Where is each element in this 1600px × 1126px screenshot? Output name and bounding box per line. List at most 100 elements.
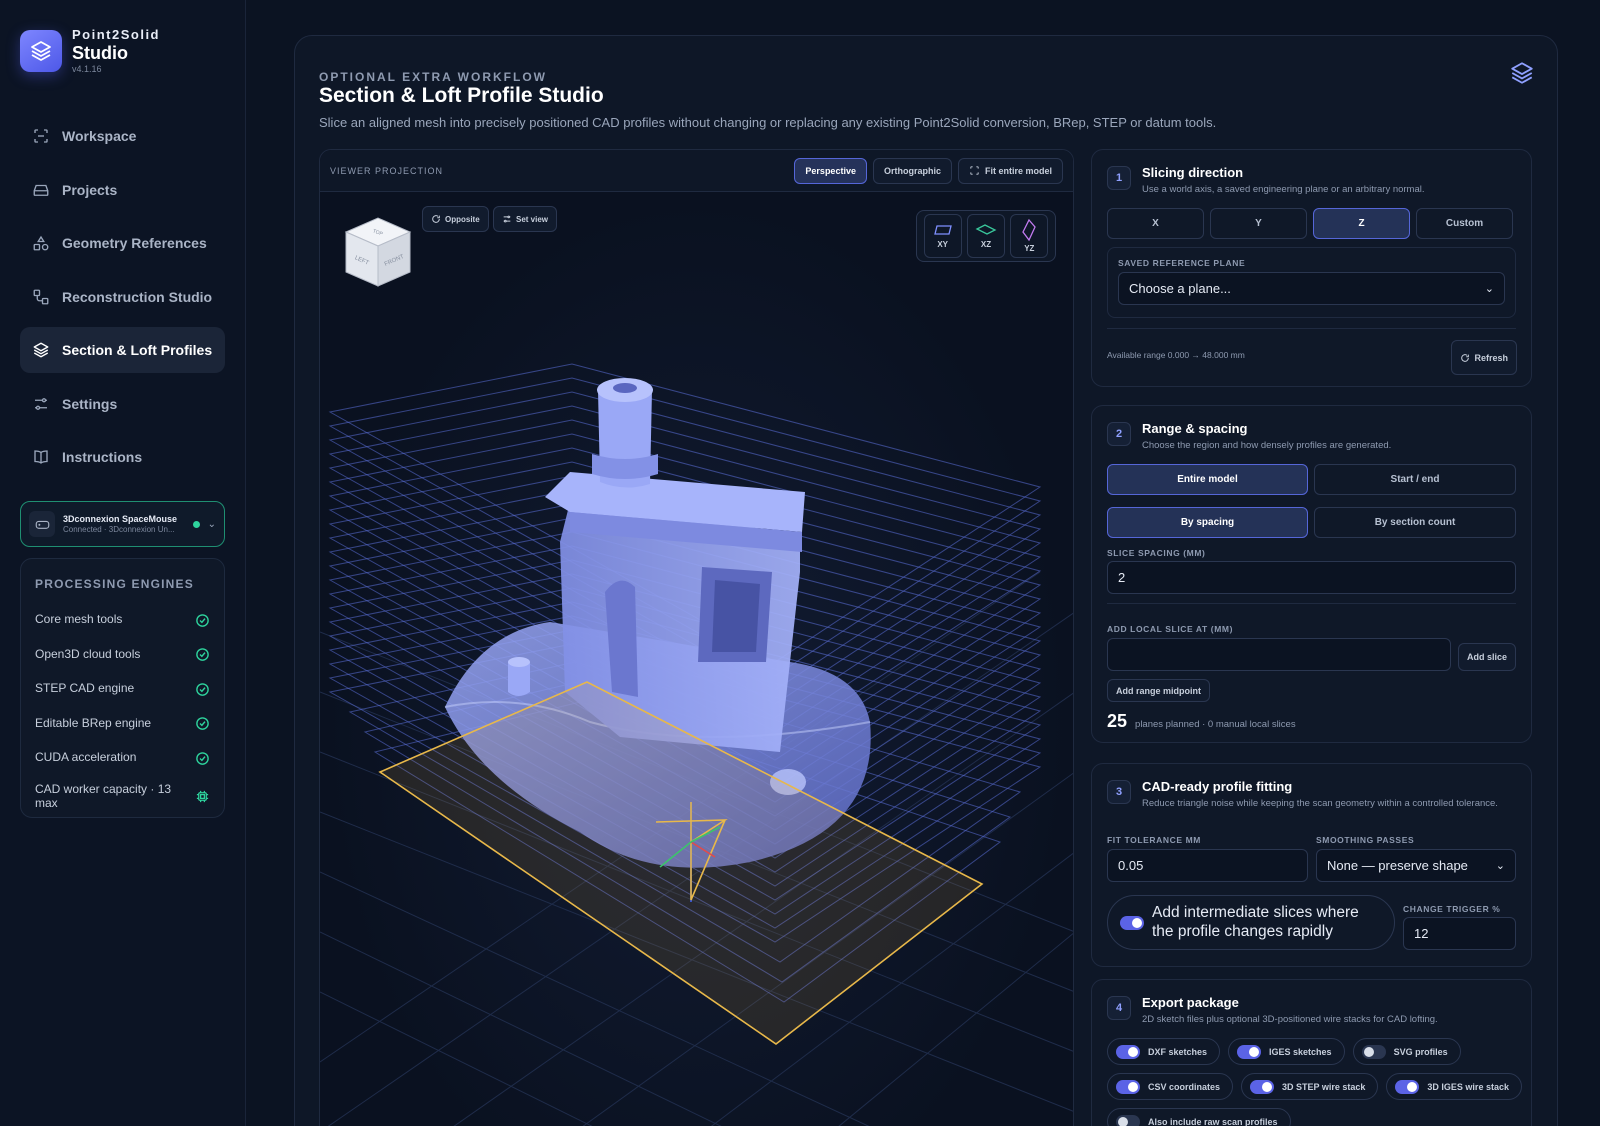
- engine-row: Core mesh tools: [35, 603, 210, 638]
- plane-label: YZ: [1024, 244, 1035, 253]
- plane-xy-button[interactable]: XY: [923, 214, 962, 258]
- sidebar: Point2Solid Studio v4.1.16 Workspace Pro…: [0, 0, 246, 1126]
- by-section-count-button[interactable]: By section count: [1314, 507, 1516, 538]
- entire-model-button[interactable]: Entire model: [1107, 464, 1308, 495]
- reference-plane-select[interactable]: Choose a plane... ⌄: [1118, 272, 1505, 305]
- scan-icon: [34, 129, 48, 143]
- reference-plane-label: SAVED REFERENCE PLANE: [1118, 258, 1246, 268]
- page-kicker: OPTIONAL EXTRA WORKFLOW: [319, 70, 547, 84]
- opposite-label: Opposite: [445, 214, 480, 224]
- orthographic-button[interactable]: Orthographic: [872, 157, 952, 184]
- mode-selector: By spacing By section count: [1107, 507, 1516, 538]
- sidebar-item-geometry-references[interactable]: Geometry References: [20, 220, 225, 266]
- projection-label: VIEWER PROJECTION: [330, 165, 444, 176]
- export-csv-toggle[interactable]: CSV coordinates: [1107, 1073, 1234, 1100]
- layers-icon: [1509, 60, 1535, 91]
- axis-z-button[interactable]: Z: [1313, 208, 1410, 239]
- axis-y-button[interactable]: Y: [1210, 208, 1307, 239]
- sidebar-item-instructions[interactable]: Instructions: [20, 434, 225, 480]
- drive-icon: [33, 184, 49, 196]
- toggle-switch: [1120, 915, 1144, 930]
- add-range-midpoint-button[interactable]: Add range midpoint: [1107, 679, 1210, 702]
- slice-spacing-input[interactable]: 2: [1107, 561, 1516, 594]
- sidebar-item-section-loft-profiles[interactable]: Section & Loft Profiles: [20, 327, 225, 373]
- smoothing-passes-select[interactable]: None — preserve shape ⌄: [1316, 849, 1516, 882]
- toggle-label: 3D IGES wire stack: [1427, 1081, 1509, 1092]
- toggle-label: 3D STEP wire stack: [1282, 1081, 1366, 1092]
- engines-title: PROCESSING ENGINES: [35, 577, 194, 591]
- start-end-button[interactable]: Start / end: [1314, 464, 1516, 495]
- view-cube[interactable]: TOP LEFT FRONT: [342, 214, 414, 290]
- refresh-icon: [1461, 353, 1470, 362]
- engine-label: Open3D cloud tools: [35, 646, 141, 661]
- sidebar-item-workspace[interactable]: Workspace: [20, 113, 225, 159]
- refresh-label: Refresh: [1474, 352, 1508, 363]
- available-range: Available range 0.000 → 48.000 mm: [1107, 350, 1245, 360]
- export-raw-profiles-toggle[interactable]: Also include raw scan profiles: [1107, 1108, 1291, 1126]
- export-dxf-toggle[interactable]: DXF sketches: [1107, 1038, 1221, 1065]
- book-icon: [34, 450, 48, 464]
- chevron-down-icon: ⌄: [1484, 283, 1494, 295]
- sidebar-item-label: Section & Loft Profiles: [62, 342, 213, 358]
- toggle-switch: [1250, 1079, 1275, 1094]
- export-step-wire-toggle[interactable]: 3D STEP wire stack: [1241, 1073, 1379, 1100]
- range-spacing-card: 2 Range & spacing Choose the region and …: [1091, 405, 1532, 743]
- smoothing-passes-value: None — preserve shape: [1327, 858, 1468, 873]
- opposite-view-button[interactable]: Opposite: [422, 206, 489, 232]
- planned-summary: 25 planes planned · 0 manual local slice…: [1107, 711, 1296, 732]
- sliders-icon: [35, 397, 47, 410]
- step-number: 4: [1107, 996, 1131, 1020]
- model-scene: [320, 363, 1073, 1126]
- plane-label: XY: [937, 240, 948, 249]
- processing-engines: PROCESSING ENGINES Core mesh tools Open3…: [20, 558, 225, 818]
- connected-status-dot: [192, 520, 200, 528]
- workflow-icon: [33, 289, 49, 304]
- plane-yz-button[interactable]: YZ: [1010, 214, 1049, 258]
- plane-xz-button[interactable]: XZ: [966, 214, 1005, 258]
- cpu-icon: [196, 790, 209, 803]
- shapes-icon: [33, 235, 49, 251]
- viewport-canvas[interactable]: TOP LEFT FRONT Opposite Set view XY XZ Y…: [320, 192, 1073, 1126]
- adaptive-slices-label: Add intermediate slices where the profil…: [1152, 903, 1359, 940]
- local-slice-input[interactable]: [1107, 638, 1451, 671]
- export-iges-wire-toggle[interactable]: 3D IGES wire stack: [1386, 1073, 1522, 1100]
- section-title: Range & spacing: [1142, 421, 1248, 436]
- by-spacing-button[interactable]: By spacing: [1107, 507, 1308, 538]
- sidebar-item-label: Instructions: [62, 449, 143, 465]
- section-loft-studio-panel: OPTIONAL EXTRA WORKFLOW Section & Loft P…: [294, 35, 1558, 1126]
- fit-tolerance-input[interactable]: 0.05: [1107, 849, 1308, 882]
- axis-x-button[interactable]: X: [1107, 208, 1204, 239]
- change-trigger-input[interactable]: 12: [1403, 917, 1516, 950]
- perspective-button[interactable]: Perspective: [794, 157, 867, 184]
- sidebar-item-label: Geometry References: [62, 235, 207, 251]
- section-title: Slicing direction: [1142, 165, 1244, 180]
- check-circle-icon: [196, 648, 209, 662]
- engine-row: CUDA acceleration: [35, 741, 210, 776]
- add-slice-button[interactable]: Add slice: [1458, 643, 1517, 671]
- slicing-direction-card: 1 Slicing direction Use a world axis, a …: [1091, 149, 1532, 387]
- brand-name-top: Point2Solid: [72, 27, 160, 42]
- set-view-button[interactable]: Set view: [493, 206, 558, 232]
- engine-label: STEP CAD engine: [35, 681, 135, 696]
- export-iges-toggle[interactable]: IGES sketches: [1228, 1038, 1345, 1065]
- toggle-switch: [1395, 1079, 1420, 1094]
- adaptive-slices-toggle[interactable]: Add intermediate slices where the profil…: [1107, 895, 1395, 950]
- sidebar-item-label: Settings: [62, 395, 118, 412]
- step-number: 2: [1107, 422, 1131, 446]
- spacemouse-device[interactable]: 3Dconnexion SpaceMouse Connected · 3Dcon…: [20, 501, 225, 547]
- sidebar-item-settings[interactable]: Settings: [20, 381, 225, 427]
- export-svg-toggle[interactable]: SVG profiles: [1352, 1038, 1461, 1065]
- page-title: Section & Loft Profile Studio: [319, 84, 604, 107]
- scan-icon: [970, 166, 979, 175]
- section-subtitle: Choose the region and how densely profil…: [1142, 440, 1392, 451]
- sidebar-item-label: Workspace: [62, 128, 137, 144]
- local-slice-label: ADD LOCAL SLICE AT (MM): [1107, 624, 1234, 634]
- toggle-label: DXF sketches: [1148, 1046, 1208, 1057]
- sidebar-item-projects[interactable]: Projects: [20, 167, 225, 213]
- fit-entire-model-button[interactable]: Fit entire model: [957, 157, 1063, 184]
- sidebar-item-reconstruction-studio[interactable]: Reconstruction Studio: [20, 274, 225, 320]
- sliders-icon: [503, 215, 511, 223]
- axis-custom-button[interactable]: Custom: [1416, 208, 1513, 239]
- sidebar-nav: Workspace Projects Geometry References R…: [20, 113, 225, 488]
- refresh-button[interactable]: Refresh: [1451, 340, 1517, 375]
